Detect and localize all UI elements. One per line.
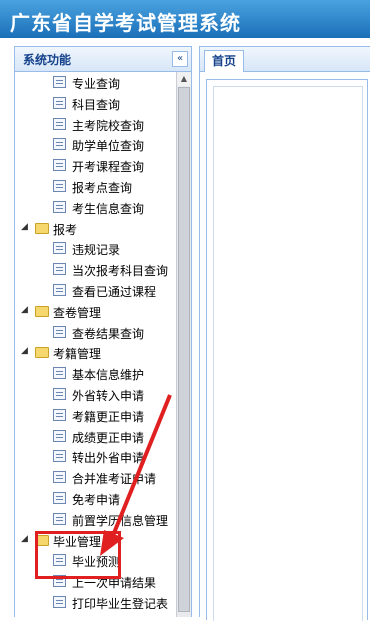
annotation-arrow bbox=[100, 394, 172, 556]
